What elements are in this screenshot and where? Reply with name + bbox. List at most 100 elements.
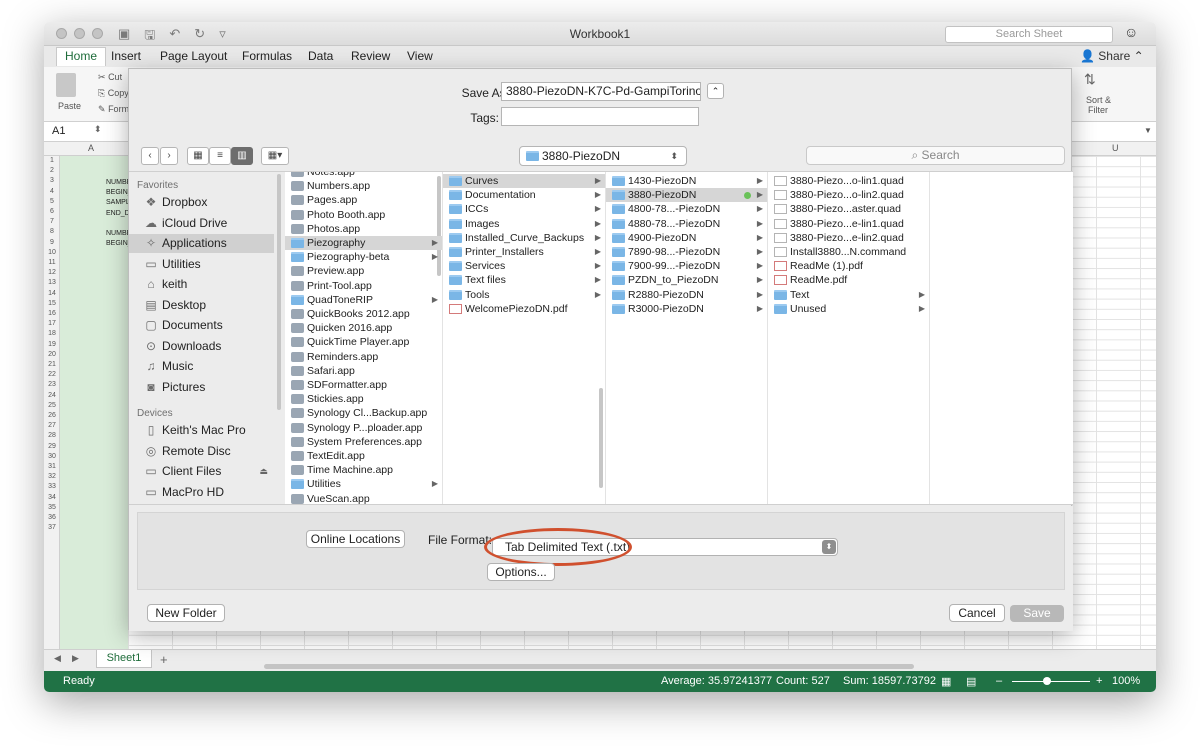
file-item[interactable]: Install3880...N.command [768,245,929,259]
folder-item[interactable]: Installed_Curve_Backups ▶ [443,231,605,245]
folder-item[interactable]: Piezography ▶ [285,236,442,250]
sidebar-item-desktop[interactable]: ▤ Desktop [129,296,274,315]
file-item[interactable]: 3880-Piezo...o-lin2.quad [768,188,929,202]
page-layout-view-icon[interactable]: ▤ [966,675,976,688]
dialog-search-input[interactable]: ⌕ Search [806,146,1065,165]
file-item[interactable]: VueScan.app [285,492,442,504]
row-header[interactable]: 20 [44,350,60,360]
file-item[interactable]: System Preferences.app [285,435,442,449]
sidebar-item-icloud-drive[interactable]: ☁ iCloud Drive [129,214,274,233]
zoom-slider-knob[interactable] [1043,677,1051,685]
row-header[interactable]: 26 [44,411,60,421]
sidebar-item-dropbox[interactable]: ❖ Dropbox [129,193,274,212]
tags-field[interactable] [501,107,699,126]
sort-filter-label-1[interactable]: Sort & [1086,95,1111,105]
share-button[interactable]: 👤 Share ⌃ [1080,49,1144,63]
row-header[interactable]: 35 [44,503,60,513]
row-header[interactable]: 21 [44,360,60,370]
expand-formula-icon[interactable]: ▼ [1144,126,1152,135]
tab-review[interactable]: Review [351,49,390,63]
row-header[interactable]: 12 [44,268,60,278]
sort-filter-icon[interactable]: ⇅ [1084,71,1096,88]
icon-view-button[interactable]: ▦ [187,147,209,165]
file-item[interactable]: Preview.app [285,264,442,278]
file-item[interactable]: Reminders.app [285,350,442,364]
tab-view[interactable]: View [407,49,433,63]
tab-data[interactable]: Data [308,49,333,63]
sidebar-item-documents[interactable]: ▢ Documents [129,316,274,335]
file-item[interactable]: Safari.app [285,364,442,378]
copy-button[interactable]: ⎘ Copy [98,88,129,99]
folder-item[interactable]: 1430-PiezoDN ▶ [606,174,767,188]
sidebar-scrollbar[interactable] [277,174,281,410]
add-sheet-icon[interactable]: + [160,652,168,667]
row-header[interactable]: 13 [44,278,60,288]
tab-insert[interactable]: Insert [111,49,141,63]
row-header[interactable]: 14 [44,289,60,299]
horizontal-scrollbar[interactable] [264,664,914,669]
folder-item[interactable]: 4880-78...-PiezoDN ▶ [606,217,767,231]
search-sheet-input[interactable]: Search Sheet [945,26,1113,43]
file-item[interactable]: 3880-Piezo...e-lin2.quad [768,231,929,245]
row-header[interactable]: 9 [44,238,60,248]
feedback-smiley-icon[interactable]: ☺ [1124,24,1138,40]
row-header[interactable]: 18 [44,329,60,339]
row-header[interactable]: 22 [44,370,60,380]
sidebar-item-client-files[interactable]: ▭ Client Files ⏏ [129,462,274,481]
paste-icon[interactable] [56,73,76,97]
row-header[interactable]: 19 [44,340,60,350]
name-box-stepper-icon[interactable]: ⬍ [94,124,102,135]
sort-filter-label-2[interactable]: Filter [1088,105,1108,115]
row-header[interactable]: 36 [44,513,60,523]
tab-formulas[interactable]: Formulas [242,49,292,63]
folder-item[interactable]: 4900-PiezoDN ▶ [606,231,767,245]
row-header[interactable]: 33 [44,482,60,492]
file-item[interactable]: SDFormatter.app [285,378,442,392]
row-header[interactable]: 34 [44,493,60,503]
row-header[interactable]: 4 [44,187,60,197]
back-button[interactable]: ‹ [141,147,159,165]
row-header[interactable]: 17 [44,319,60,329]
row-header[interactable]: 31 [44,462,60,472]
folder-item[interactable]: QuadToneRIP ▶ [285,293,442,307]
piezography-scrollbar[interactable] [599,388,603,488]
sidebar-item-utilities[interactable]: ▭ Utilities [129,255,274,274]
sidebar-item-downloads[interactable]: ⊙ Downloads [129,337,274,356]
cut-button[interactable]: ✂ Cut [98,72,122,83]
row-header[interactable]: 3 [44,176,60,186]
file-item[interactable]: Print-Tool.app [285,279,442,293]
collapse-ribbon-icon[interactable]: ⌃ [1134,49,1144,63]
row-header[interactable]: 23 [44,380,60,390]
row-header[interactable]: 2 [44,166,60,176]
sheet-tab-sheet1[interactable]: Sheet1 [96,650,152,668]
file-item[interactable]: 3880-Piezo...aster.quad [768,202,929,216]
folder-item[interactable]: Utilities ▶ [285,477,442,491]
forward-button[interactable]: › [160,147,178,165]
file-item[interactable]: Photos.app [285,222,442,236]
sidebar-item-keith-s-mac-pro[interactable]: ▯ Keith's Mac Pro [129,421,274,440]
name-box[interactable]: A1 [52,125,65,137]
folder-item[interactable]: 4800-78...-PiezoDN ▶ [606,202,767,216]
folder-item[interactable]: 7900-99...-PiezoDN ▶ [606,259,767,273]
folder-item[interactable]: Tools ▶ [443,288,605,302]
folder-item[interactable]: Images ▶ [443,217,605,231]
sidebar-item-remote-disc[interactable]: ◎ Remote Disc [129,442,274,461]
save-button[interactable]: Save [1010,605,1064,622]
column-header-u[interactable]: U [1112,143,1119,153]
file-item[interactable]: QuickTime Player.app [285,335,442,349]
file-item[interactable]: Time Machine.app [285,463,442,477]
paste-button[interactable]: Paste [58,101,81,111]
column-header-a[interactable]: A [88,143,94,153]
arrange-button[interactable]: ▦▾ [261,147,289,165]
new-folder-button[interactable]: New Folder [147,604,225,622]
column-view-button[interactable]: ▥ [231,147,253,165]
file-item[interactable]: Synology P...ploader.app [285,421,442,435]
sidebar-item-music[interactable]: ♫ Music [129,357,274,376]
file-item[interactable]: Pages.app [285,193,442,207]
row-header[interactable]: 5 [44,197,60,207]
tab-page-layout[interactable]: Page Layout [160,49,227,63]
sidebar-item-pictures[interactable]: ◙ Pictures [129,378,274,397]
row-header[interactable]: 6 [44,207,60,217]
file-item[interactable]: Synology Cl...Backup.app [285,406,442,420]
row-header[interactable]: 32 [44,472,60,482]
